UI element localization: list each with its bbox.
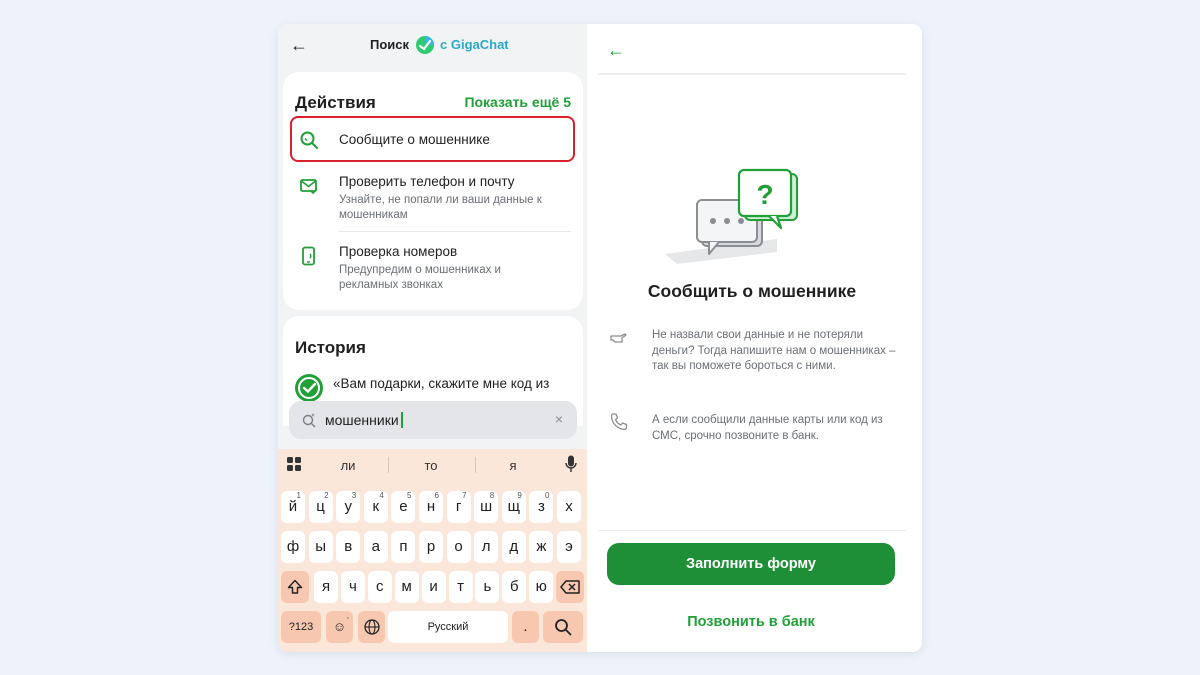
divider [475, 457, 476, 473]
key-letter[interactable]: ы [308, 531, 333, 563]
pointing-hand-icon [610, 333, 627, 343]
suggestion-bar: ли то я [278, 449, 587, 481]
key-letter[interactable]: у3 [336, 491, 361, 523]
key-letter[interactable]: й1 [281, 491, 305, 523]
clear-icon[interactable]: × [555, 411, 563, 427]
key-letter[interactable]: ь [475, 571, 500, 603]
gigachat-logo-icon [416, 36, 434, 54]
key-letter[interactable]: я [314, 571, 338, 603]
action-item-report-fraud[interactable]: Сообщите о мошеннике [339, 132, 490, 147]
shift-key[interactable] [281, 571, 309, 603]
key-letter[interactable]: к4 [363, 491, 388, 523]
action-item-check-numbers[interactable]: Проверка номеров [339, 244, 457, 259]
on-screen-keyboard: ли то я й1ц2у3к4е5н6г7ш8щ9з0х фывапролдж… [278, 449, 587, 652]
search-magnifier-icon [300, 131, 318, 149]
key-letter[interactable]: ш8 [474, 491, 499, 523]
action-item-subtitle: Предупредим о мошенниках и рекламных зво… [339, 264, 501, 291]
globe-icon[interactable] [358, 611, 385, 643]
info-text-call: А если сообщили данные карты или код из … [652, 414, 883, 442]
key-letter[interactable]: с [367, 571, 392, 603]
key-letter[interactable]: з0 [529, 491, 554, 523]
back-arrow-icon[interactable]: ← [290, 36, 308, 54]
info-text-write: Не назвали свои данные и не потеряли ден… [652, 329, 896, 372]
actions-title: Действия [295, 93, 376, 112]
suggestion-word[interactable]: я [483, 458, 543, 473]
key-letter[interactable]: а [363, 531, 388, 563]
period-key[interactable]: . [512, 611, 539, 643]
search-input[interactable]: мошенники × [289, 401, 577, 439]
space-key[interactable]: Русский [388, 611, 508, 643]
key-letter[interactable]: о [446, 531, 471, 563]
microphone-icon[interactable] [565, 455, 577, 473]
key-letter[interactable]: г7 [446, 491, 471, 523]
key-letter[interactable]: н6 [419, 491, 443, 523]
key-letter[interactable]: л [474, 531, 499, 563]
search-key[interactable] [543, 611, 583, 643]
show-more-link[interactable]: Показать ещё 5 [464, 94, 571, 110]
action-item-subtitle: Узнайте, не попали ли ваши данные к моше… [339, 194, 542, 221]
apps-grid-icon[interactable] [287, 457, 301, 471]
divider [388, 457, 389, 473]
mail-check-icon [300, 179, 318, 195]
key-letter[interactable]: ю [529, 571, 554, 603]
key-letter[interactable]: ц2 [308, 491, 333, 523]
search-title: Поиск [370, 37, 410, 52]
chat-question-illustration: ? [665, 168, 798, 264]
page-title: Сообщить о мошеннике [647, 281, 857, 301]
key-letter[interactable]: в [336, 531, 361, 563]
key-letter[interactable]: э [557, 531, 581, 563]
key-letter[interactable]: д [501, 531, 526, 563]
key-letter[interactable]: ч [340, 571, 365, 603]
phone-icon [610, 413, 628, 431]
back-arrow-icon[interactable]: ← [607, 40, 625, 61]
text-cursor [400, 412, 403, 428]
key-letter[interactable]: ф [281, 531, 305, 563]
key-letter[interactable]: щ9 [501, 491, 526, 523]
divider [598, 73, 906, 75]
search-panel: ← Поиск с GigaChat Действия Показать ещё… [278, 24, 587, 652]
key-letter[interactable]: ж [529, 531, 554, 563]
suggestion-word[interactable]: ли [318, 458, 378, 473]
fill-form-button[interactable]: Заполнить форму [607, 543, 895, 585]
key-letter[interactable]: б [502, 571, 527, 603]
key-letter[interactable]: т [448, 571, 473, 603]
actions-card: Действия Показать ещё 5 Сообщите о мошен… [283, 72, 583, 310]
search-value[interactable]: мошенники [325, 412, 403, 428]
ai-search-icon [302, 413, 316, 428]
search-header: ← Поиск с GigaChat [278, 24, 587, 68]
app-window: ← Поиск с GigaChat Действия Показать ещё… [278, 24, 922, 652]
svg-text:?: ? [756, 179, 773, 210]
key-letter[interactable]: е5 [391, 491, 416, 523]
call-bank-button[interactable]: Позвонить в банк [607, 614, 895, 630]
key-letter[interactable]: р [419, 531, 443, 563]
key-letter[interactable]: м [394, 571, 419, 603]
backspace-key[interactable] [556, 571, 584, 603]
divider [339, 231, 571, 232]
gigachat-label[interactable]: с GigaChat [440, 37, 509, 52]
key-letter[interactable]: х [557, 491, 581, 523]
numbers-key[interactable]: ?123 [281, 611, 321, 643]
divider [598, 530, 906, 531]
report-fraud-panel: ← ? Сообщить о мошеннике Не назвали свои… [587, 24, 922, 652]
key-letter[interactable]: п [391, 531, 416, 563]
key-letter[interactable]: и [421, 571, 446, 603]
suggestion-word[interactable]: то [401, 458, 461, 473]
phone-check-icon [302, 246, 315, 266]
emoji-key[interactable]: ☺, [326, 611, 353, 643]
sber-logo-icon [295, 374, 323, 402]
action-item-check-phone-mail[interactable]: Проверить телефон и почту [339, 174, 515, 189]
history-title: История [295, 338, 366, 357]
history-item[interactable]: «Вам подарки, скажите мне код из [333, 376, 549, 391]
